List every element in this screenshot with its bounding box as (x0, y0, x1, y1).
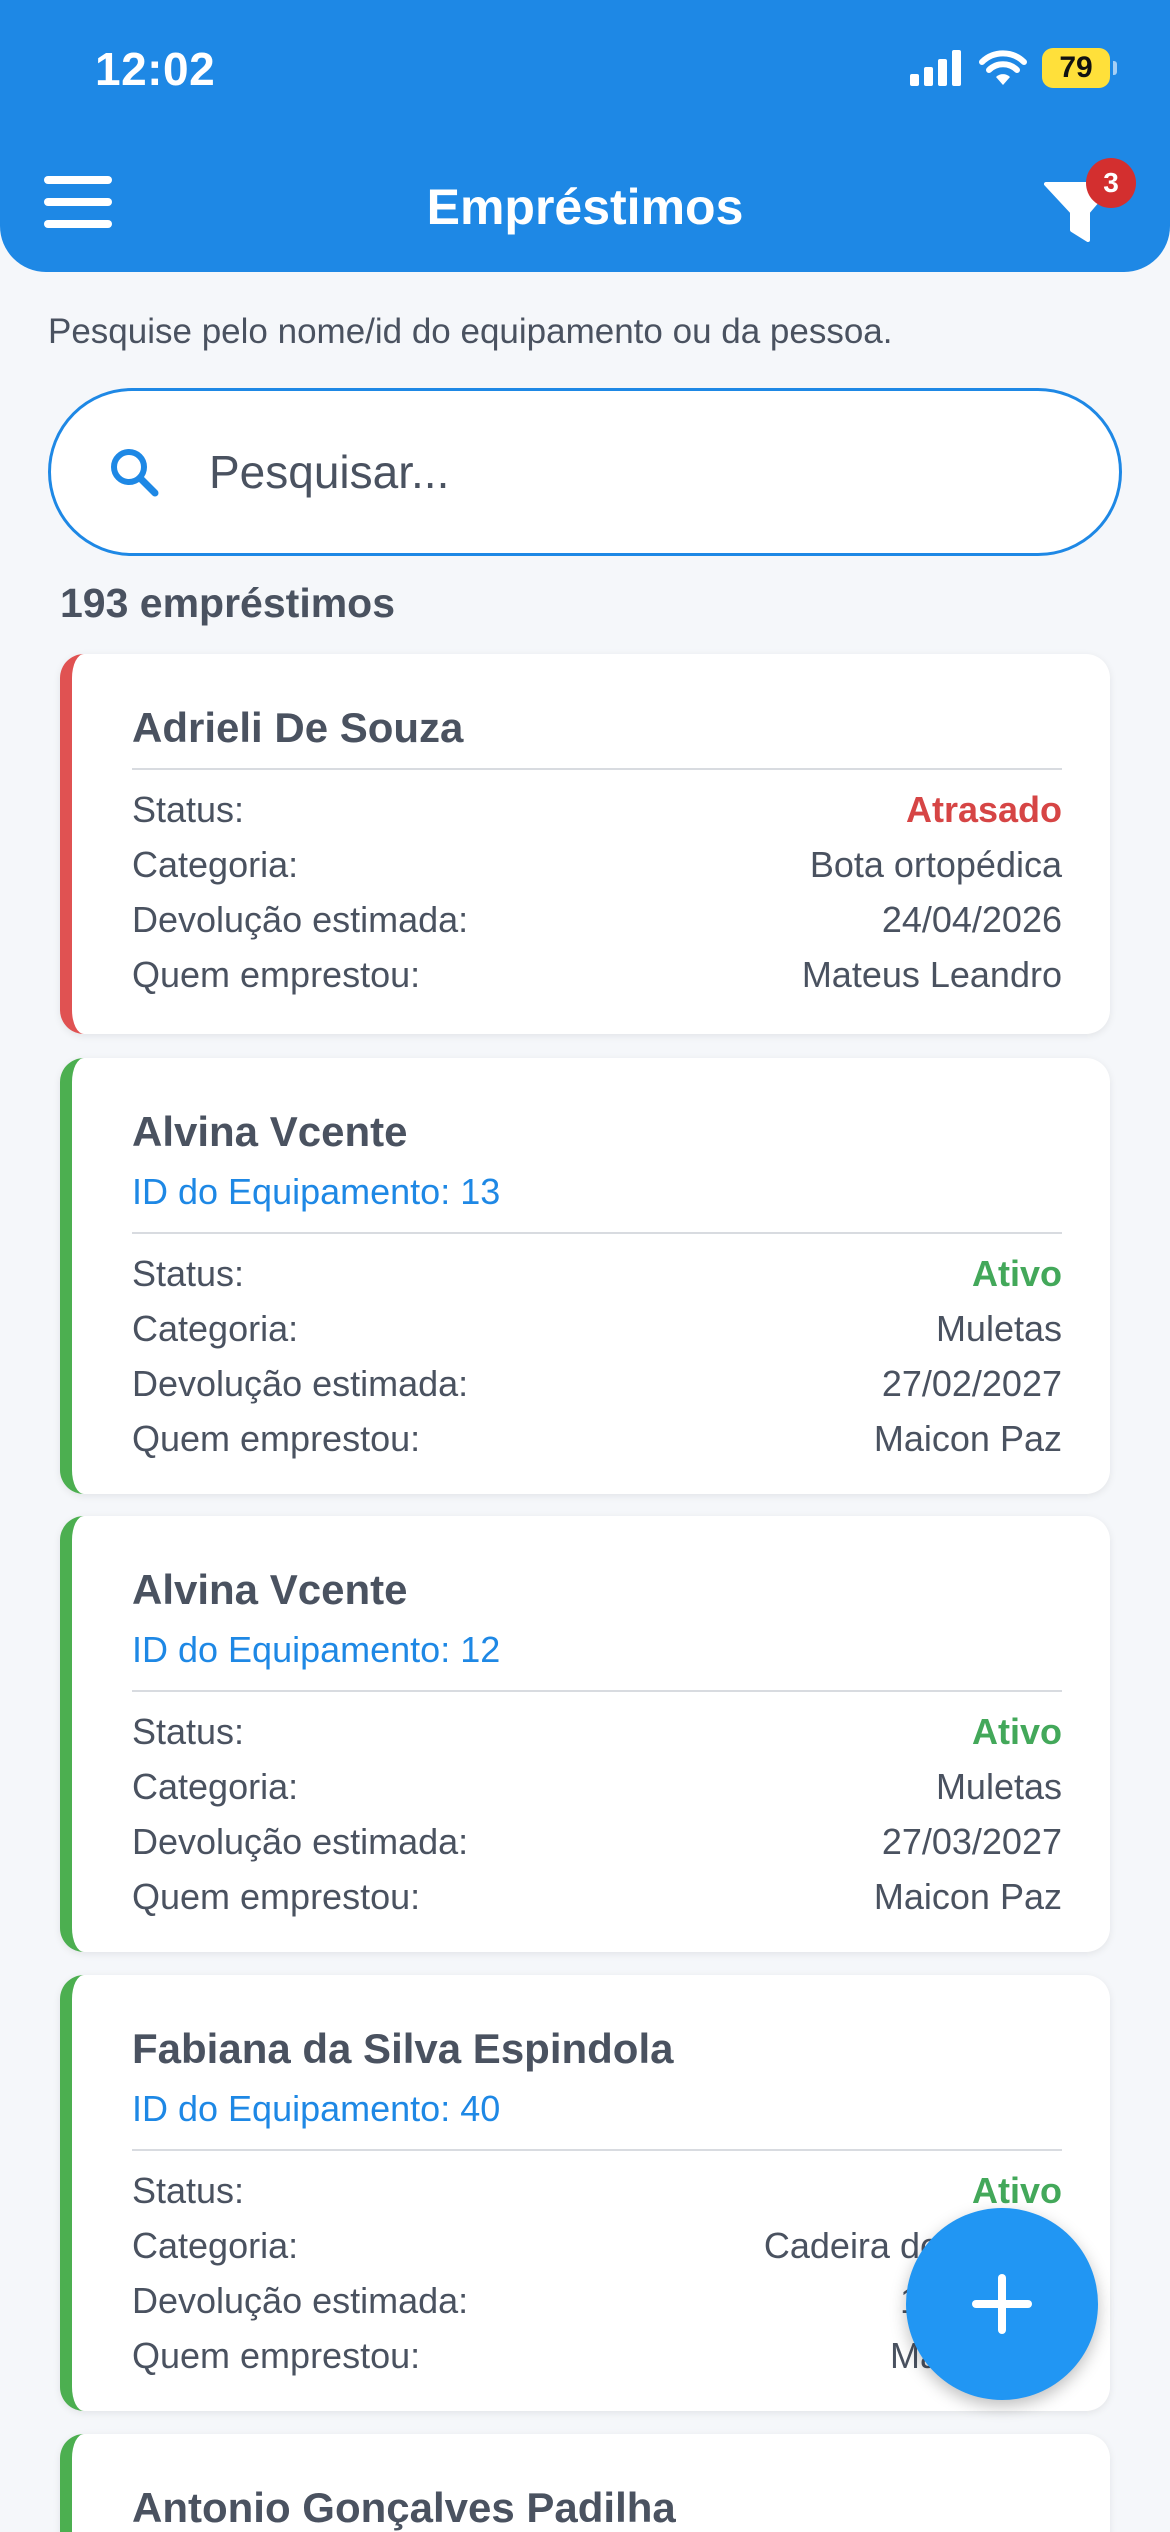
return-date-value: 27/02/2027 (881, 1363, 1062, 1404)
status-row: Status: Ativo (132, 1704, 1062, 1759)
lender-value: Maicon Paz (873, 1418, 1062, 1459)
return-date-label: Devolução estimada: (132, 899, 469, 940)
return-date-row: Devolução estimada: 27/03/2027 (132, 1814, 1062, 1869)
loan-card[interactable]: Adrieli De Souza Status: Atrasado Catego… (60, 654, 1110, 1034)
status-row: Status: Atrasado (132, 782, 1062, 837)
loan-card[interactable]: Alvina Vcente ID do Equipamento: 12 Stat… (60, 1516, 1110, 1952)
search-icon (111, 449, 159, 497)
status-icons: 79 (910, 48, 1117, 88)
loan-count: 193 empréstimos (60, 580, 396, 626)
lender-label: Quem emprestou: (132, 1876, 421, 1917)
lender-label: Quem emprestou: (132, 2335, 421, 2376)
borrower-name: Antonio Gonçalves Padilha (132, 2484, 676, 2531)
lender-row: Quem emprestou: Maicon Paz (132, 1411, 1062, 1466)
return-date-label: Devolução estimada: (132, 1821, 469, 1862)
borrower-name: Adrieli De Souza (132, 704, 464, 751)
category-row: Categoria: Muletas (132, 1301, 1062, 1356)
status-value: Ativo (972, 1711, 1062, 1752)
loan-card[interactable]: Antonio Gonçalves Padilha (60, 2434, 1110, 2532)
lender-label: Quem emprestou: (132, 954, 421, 995)
return-date-label: Devolução estimada: (132, 2280, 469, 2321)
return-date-value: 24/04/2026 (881, 899, 1062, 940)
status-value: Ativo (972, 1253, 1062, 1294)
category-value: Bota ortopédica (809, 844, 1062, 885)
lender-row: Quem emprestou: Mateus Leandro (132, 947, 1062, 1002)
category-label: Categoria: (132, 2225, 299, 2266)
category-label: Categoria: (132, 1766, 299, 1807)
filter-badge: 3 (1086, 158, 1136, 208)
status-label: Status: (132, 2170, 245, 2211)
equipment-id: ID do Equipamento: 12 (132, 1629, 501, 1670)
page-title: Empréstimos (426, 179, 744, 235)
card-divider (132, 1232, 1062, 1234)
category-label: Categoria: (132, 844, 299, 885)
plus-icon (972, 2274, 1032, 2334)
category-value: Muletas (935, 1308, 1062, 1349)
card-divider (132, 768, 1062, 770)
return-date-row: Devolução estimada: 24/04/2026 (132, 892, 1062, 947)
search-bar[interactable] (48, 388, 1122, 556)
status-label: Status: (132, 789, 245, 830)
search-input[interactable] (209, 445, 1009, 499)
battery-icon: 79 (1042, 48, 1117, 88)
lender-value: Maicon Paz (873, 1876, 1062, 1917)
lender-label: Quem emprestou: (132, 1418, 421, 1459)
status-row: Status: Ativo (132, 2163, 1062, 2218)
return-date-row: Devolução estimada: 27/02/2027 (132, 1356, 1062, 1411)
borrower-name: Alvina Vcente (132, 1566, 408, 1613)
add-loan-button[interactable] (906, 2208, 1098, 2400)
return-date-label: Devolução estimada: (132, 1363, 469, 1404)
category-row: Categoria: Bota ortopédica (132, 837, 1062, 892)
signal-icon (910, 50, 961, 86)
status-label: Status: (132, 1711, 245, 1752)
borrower-name: Alvina Vcente (132, 1108, 408, 1155)
status-value: Atrasado (905, 789, 1062, 830)
loan-card[interactable]: Alvina Vcente ID do Equipamento: 13 Stat… (60, 1058, 1110, 1494)
equipment-id: ID do Equipamento: 13 (132, 1171, 501, 1212)
search-hint: Pesquise pelo nome/id do equipamento ou … (48, 312, 893, 351)
status-time: 12:02 (95, 43, 216, 95)
category-value: Muletas (935, 1766, 1062, 1807)
lender-value: Mateus Leandro (801, 954, 1062, 995)
category-label: Categoria: (132, 1308, 299, 1349)
card-divider (132, 2149, 1062, 2151)
app-header: 12:02 79 Empréstimos 3 (0, 0, 1170, 272)
card-divider (132, 1690, 1062, 1692)
status-label: Status: (132, 1253, 245, 1294)
battery-level: 79 (1059, 51, 1093, 84)
equipment-id: ID do Equipamento: 40 (132, 2088, 501, 2129)
borrower-name: Fabiana da Silva Espindola (132, 2025, 674, 2072)
category-row: Categoria: Muletas (132, 1759, 1062, 1814)
status-row: Status: Ativo (132, 1246, 1062, 1301)
lender-row: Quem emprestou: Maicon Paz (132, 1869, 1062, 1924)
return-date-value: 27/03/2027 (881, 1821, 1062, 1862)
wifi-icon (979, 50, 1027, 85)
